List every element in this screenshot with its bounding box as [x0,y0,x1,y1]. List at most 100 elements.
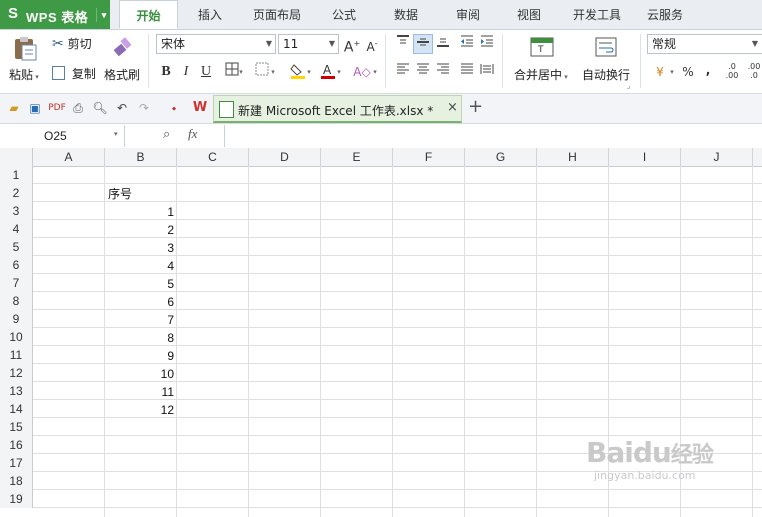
cell-B8[interactable]: 6 [106,293,174,311]
print-icon[interactable]: ⎙ [68,98,88,118]
row-header-17[interactable]: 17 [0,454,33,472]
column-header-F[interactable]: F [393,148,465,166]
column-header-J[interactable]: J [681,148,753,166]
row-header-1[interactable]: 1 [0,166,33,184]
align-top-icon[interactable] [393,34,413,54]
decrease-decimal-icon[interactable]: .00.0 [744,62,762,82]
underline-icon[interactable]: U [196,62,216,82]
redo-icon[interactable]: ↷ [134,98,154,118]
distributed-icon[interactable] [477,62,497,82]
cell-B5[interactable]: 3 [106,239,174,257]
clear-format-icon[interactable]: A◇ [352,62,372,82]
paste-icon[interactable] [12,34,40,62]
chevron-down-icon[interactable]: ▾ [667,62,677,82]
percent-button[interactable]: % [678,62,698,82]
italic-icon[interactable]: I [176,62,196,82]
dialog-launcher-icon[interactable]: ⌟ [627,82,630,90]
increase-font-icon[interactable]: A+ [342,34,362,56]
chevron-down-icon[interactable]: ▾ [236,62,246,82]
customize-icon[interactable]: ⬩ [164,98,184,118]
name-box[interactable]: O25 ▾ [0,125,125,147]
cell-B11[interactable]: 9 [106,347,174,365]
row-header-10[interactable]: 10 [0,328,33,346]
row-header-19[interactable]: 19 [0,490,33,508]
column-header-I[interactable]: I [609,148,681,166]
close-tab-icon[interactable]: × [447,100,458,115]
column-header-H[interactable]: H [537,148,609,166]
row-header-16[interactable]: 16 [0,436,33,454]
bold-icon[interactable]: B [156,62,176,82]
cell-B7[interactable]: 5 [106,275,174,293]
row-header-11[interactable]: 11 [0,346,33,364]
copy-button[interactable]: 复制 [52,65,96,82]
row-header-6[interactable]: 6 [0,256,33,274]
row-header-13[interactable]: 13 [0,382,33,400]
chevron-down-icon[interactable]: ▾ [268,62,278,82]
align-left-icon[interactable] [393,62,413,82]
increase-indent-icon[interactable] [477,34,497,54]
justify-icon[interactable] [457,62,477,82]
column-header-E[interactable]: E [321,148,393,166]
tab-view[interactable]: 视图 [505,0,553,29]
chevron-down-icon[interactable]: ▾ [114,130,118,138]
column-header-G[interactable]: G [465,148,537,166]
row-header-7[interactable]: 7 [0,274,33,292]
new-tab-icon[interactable]: + [468,96,483,117]
tab-review[interactable]: 审阅 [444,0,492,29]
tab-page-layout[interactable]: 页面布局 [244,0,310,29]
chevron-down-icon[interactable]: ▾ [96,8,111,22]
zoom-formula-icon[interactable]: ⌕ [163,127,177,142]
column-header-A[interactable]: A [33,148,105,166]
export-pdf-icon[interactable]: PDF [47,98,67,118]
font-name-select[interactable]: 宋体 ▼ [156,34,276,54]
cut-button[interactable]: ✂ 剪切 [52,35,92,52]
merge-center-button[interactable]: 合并居中 ▾ [514,66,568,83]
cell-B13[interactable]: 11 [106,383,174,401]
cell-B9[interactable]: 7 [106,311,174,329]
row-header-12[interactable]: 12 [0,364,33,382]
comma-button[interactable]: , [698,60,718,80]
tab-cloud[interactable]: 云服务 [638,0,692,29]
row-header-5[interactable]: 5 [0,238,33,256]
save-icon[interactable]: ▣ [25,98,45,118]
decrease-font-icon[interactable]: A- [362,34,382,54]
tab-data[interactable]: 数据 [382,0,430,29]
format-painter-button[interactable]: 格式刷 [104,66,140,83]
fx-icon[interactable]: fx [188,126,197,142]
cell-B14[interactable]: 12 [106,401,174,419]
tab-home[interactable]: 开始 [119,0,178,29]
formula-input[interactable] [224,125,762,147]
undo-icon[interactable]: ↶ [112,98,132,118]
column-header-B[interactable]: B [105,148,177,166]
wps-w-icon[interactable]: W [190,98,210,118]
wrap-text-icon[interactable] [594,36,618,58]
cell-B3[interactable]: 1 [106,203,174,221]
align-bottom-icon[interactable] [433,34,453,54]
app-menu-button[interactable]: S WPS 表格 ▾ [0,0,110,29]
row-header-3[interactable]: 3 [0,202,33,220]
row-header-9[interactable]: 9 [0,310,33,328]
cell-B4[interactable]: 2 [106,221,174,239]
document-tab[interactable]: 新建 Microsoft Excel 工作表.xlsx * × [213,95,462,123]
tab-formulas[interactable]: 公式 [320,0,368,29]
align-middle-icon[interactable] [413,34,433,54]
row-header-8[interactable]: 8 [0,292,33,310]
row-header-18[interactable]: 18 [0,472,33,490]
cell-B10[interactable]: 8 [106,329,174,347]
number-format-select[interactable]: 常规 ▼ [647,34,762,54]
merge-center-icon[interactable]: T [530,36,554,58]
increase-decimal-icon[interactable]: .0.00 [722,62,742,82]
chevron-down-icon[interactable]: ▾ [304,62,314,82]
cell-B12[interactable]: 10 [106,365,174,383]
column-header-D[interactable]: D [249,148,321,166]
print-preview-icon[interactable]: 🔍︎ [90,98,110,118]
cell-B2[interactable]: 序号 [108,185,132,203]
chevron-down-icon[interactable]: ▾ [370,62,380,82]
chevron-down-icon[interactable]: ▾ [334,62,344,82]
cell-B6[interactable]: 4 [106,257,174,275]
tab-developer[interactable]: 开发工具 [565,0,629,29]
paste-button[interactable]: 粘贴 ▾ [9,66,39,83]
font-size-select[interactable]: 11 ▼ [278,34,339,54]
row-header-2[interactable]: 2 [0,184,33,202]
row-header-4[interactable]: 4 [0,220,33,238]
